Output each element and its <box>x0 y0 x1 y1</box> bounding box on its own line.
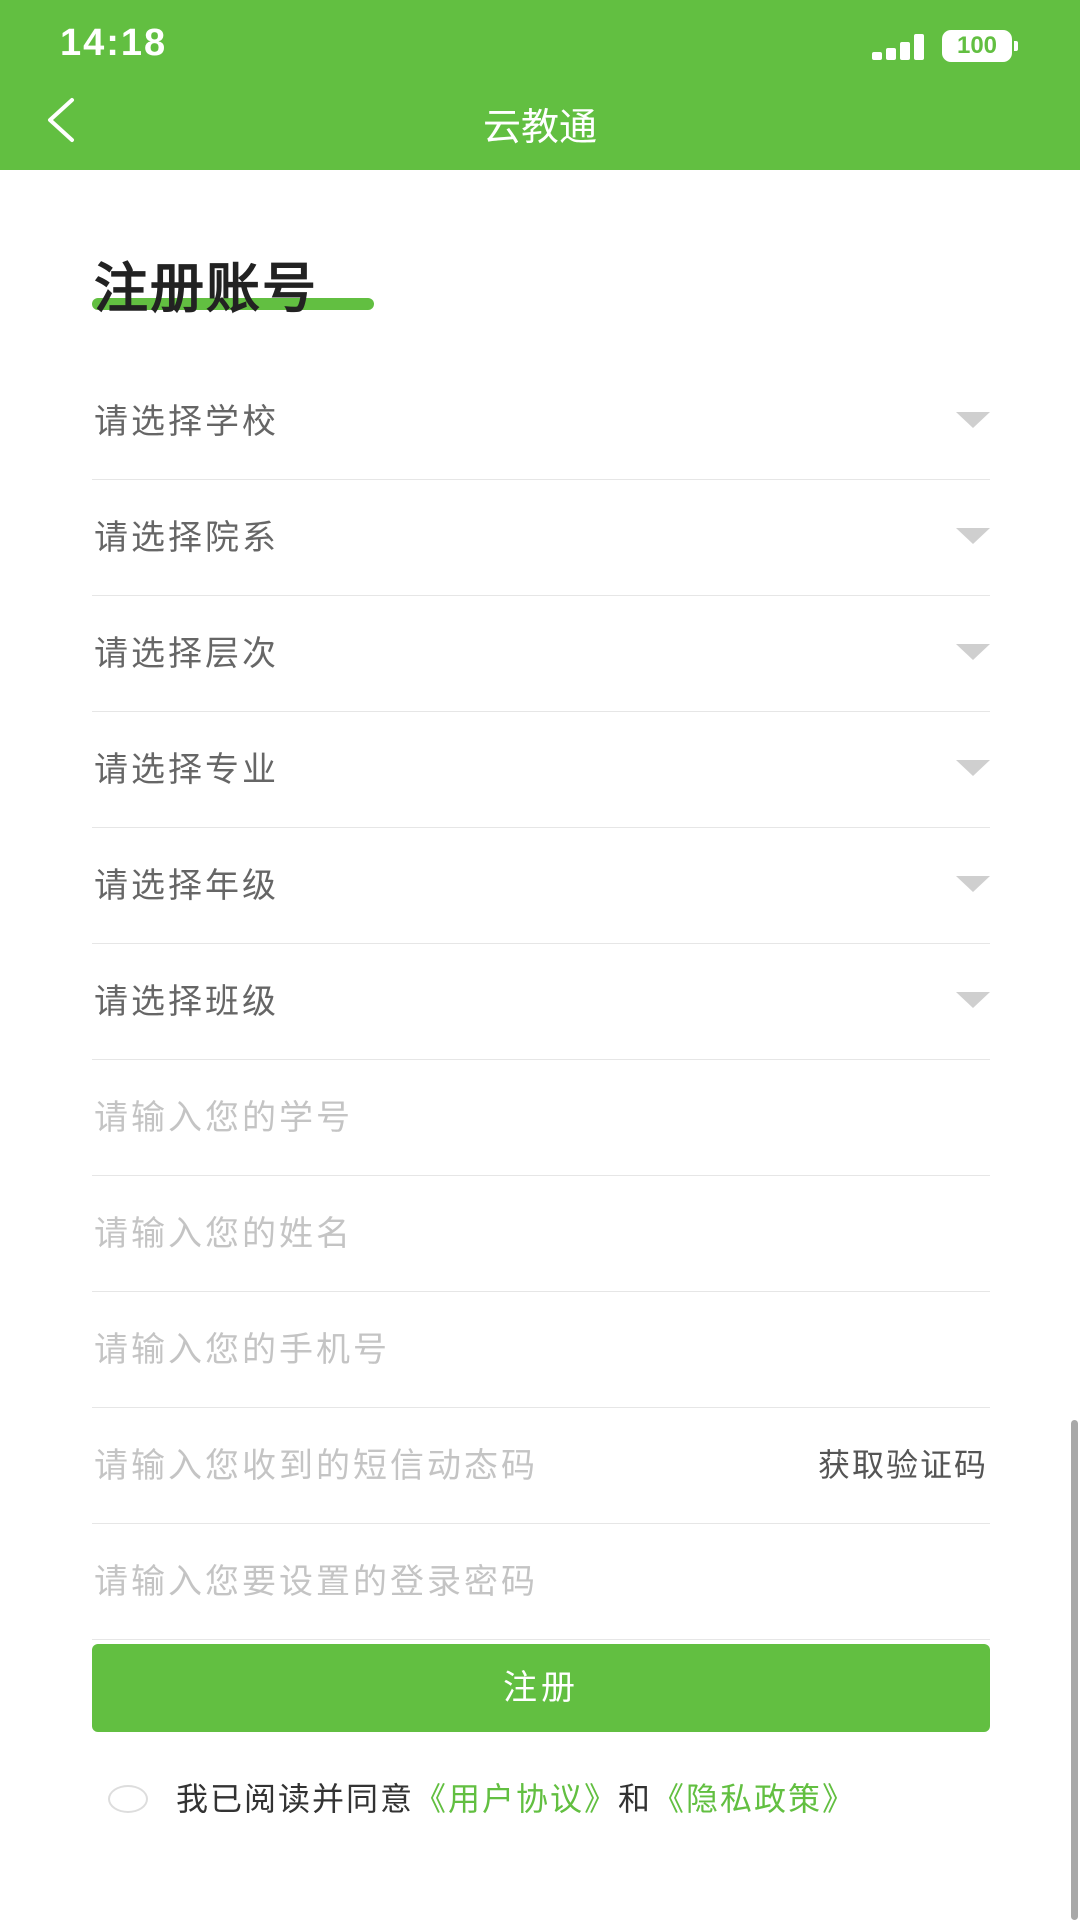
privacy-policy-link[interactable]: 《隐私政策》 <box>652 1780 856 1818</box>
phone-placeholder: 请输入您的手机号 <box>94 1330 390 1370</box>
grade-select[interactable]: 请选择年级 <box>92 828 990 944</box>
user-agreement-link[interactable]: 《用户协议》 <box>414 1780 618 1818</box>
battery-icon: 100 <box>942 30 1012 62</box>
level-select-label: 请选择层次 <box>94 634 279 674</box>
school-select-label: 请选择学校 <box>94 402 279 442</box>
get-sms-code-button[interactable]: 获取验证码 <box>818 1440 988 1486</box>
sms-code-placeholder: 请输入您收到的短信动态码 <box>94 1446 538 1486</box>
department-select[interactable]: 请选择院系 <box>92 480 990 596</box>
agreement-prefix: 我已阅读并同意 <box>176 1780 415 1818</box>
sms-code-input[interactable]: 请输入您收到的短信动态码 获取验证码 <box>92 1408 990 1524</box>
major-select[interactable]: 请选择专业 <box>92 712 990 828</box>
grade-select-label: 请选择年级 <box>94 866 279 906</box>
caret-down-icon <box>956 992 990 1008</box>
chevron-left-icon <box>48 98 74 142</box>
caret-down-icon <box>956 528 990 544</box>
agreement-text: 我已阅读并同意《用户协议》和《隐私政策》 <box>176 1774 856 1820</box>
page-title: 注册账号 <box>94 257 318 320</box>
caret-down-icon <box>956 644 990 660</box>
name-input[interactable]: 请输入您的姓名 <box>92 1176 990 1292</box>
password-input[interactable]: 请输入您要设置的登录密码 <box>92 1524 990 1640</box>
department-select-label: 请选择院系 <box>94 518 279 558</box>
caret-down-icon <box>956 876 990 892</box>
caret-down-icon <box>956 412 990 428</box>
agree-radio[interactable] <box>108 1785 148 1813</box>
name-placeholder: 请输入您的姓名 <box>94 1214 353 1254</box>
back-button[interactable] <box>36 92 92 148</box>
scrollbar[interactable] <box>1071 1420 1078 1920</box>
class-select-label: 请选择班级 <box>94 982 279 1022</box>
status-time: 14:18 <box>60 22 168 64</box>
student-id-placeholder: 请输入您的学号 <box>94 1098 353 1138</box>
password-placeholder: 请输入您要设置的登录密码 <box>94 1562 538 1602</box>
student-id-input[interactable]: 请输入您的学号 <box>92 1060 990 1176</box>
caret-down-icon <box>956 760 990 776</box>
nav-title: 云教通 <box>482 105 597 149</box>
phone-input[interactable]: 请输入您的手机号 <box>92 1292 990 1408</box>
level-select[interactable]: 请选择层次 <box>92 596 990 712</box>
register-button[interactable]: 注册 <box>92 1644 990 1732</box>
school-select[interactable]: 请选择学校 <box>92 364 990 480</box>
agreement-and: 和 <box>618 1780 653 1818</box>
class-select[interactable]: 请选择班级 <box>92 944 990 1060</box>
signal-icon <box>872 34 928 60</box>
major-select-label: 请选择专业 <box>94 750 279 790</box>
battery-nub <box>1014 41 1018 51</box>
register-form: 请选择学校 请选择院系 请选择层次 请选择专业 请选择年级 请选择班级 请输入您… <box>92 364 990 1640</box>
